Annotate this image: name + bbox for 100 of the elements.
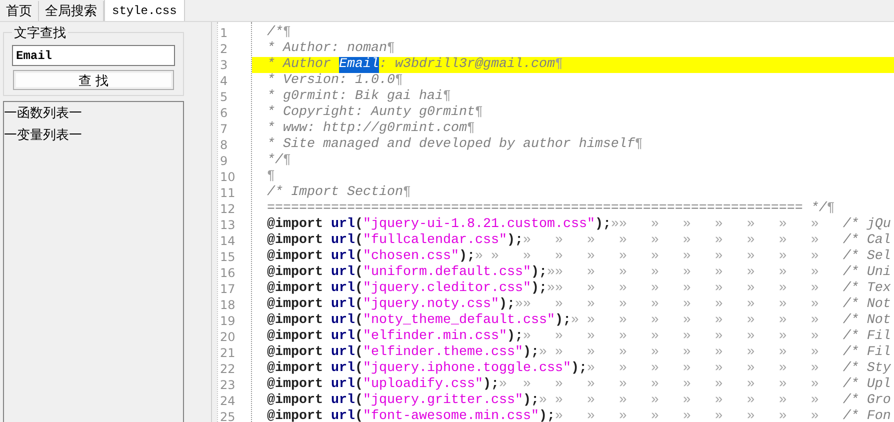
- tab-marks: » » » » » » » » »: [554, 409, 820, 422]
- tab-marks: »» » » » » » » » »: [546, 281, 820, 297]
- line-number: 5: [219, 89, 229, 105]
- tab-marks: » » » » » » » »: [586, 361, 820, 377]
- code-editor[interactable]: [217, 22, 894, 422]
- code-keyword: @import: [267, 329, 324, 345]
- code-keyword: @import: [267, 345, 324, 361]
- code-keyword: @import: [267, 249, 324, 265]
- code-comment: * Author: noman: [267, 41, 387, 57]
- code-comment: /* Sel: [842, 249, 891, 265]
- code-string: "jquery.gritter.css": [363, 393, 523, 409]
- line-number: 13: [219, 217, 236, 233]
- line-number: 2: [219, 41, 229, 57]
- line-end-mark: ¶: [394, 73, 403, 89]
- code-punctuation: (: [355, 361, 363, 377]
- code-comment: /* Import Section: [267, 185, 403, 201]
- line-end-mark: ¶: [283, 153, 291, 169]
- line-end-mark: ¶: [554, 57, 563, 73]
- code-comment: /* Upl: [842, 377, 891, 393]
- code-comment: /* Cal: [842, 233, 891, 249]
- code-function: url: [331, 377, 355, 393]
- code-punctuation: );: [554, 313, 571, 329]
- line-number: 4: [219, 73, 229, 89]
- code-punctuation: );: [538, 409, 555, 422]
- code-punctuation: );: [506, 329, 523, 345]
- code-string: "jquery.noty.css": [363, 297, 499, 313]
- line-number: 18: [219, 297, 236, 313]
- tab-marks: » » » » » » » » » »: [538, 345, 820, 361]
- code-string: "elfinder.theme.css": [363, 345, 523, 361]
- code-comment: /* Sty: [842, 361, 891, 377]
- line-number: 3: [219, 57, 229, 73]
- code-comment: /* Not: [842, 297, 891, 313]
- line-number: 19: [219, 313, 236, 329]
- line-number: 9: [219, 153, 229, 169]
- code-punctuation: );: [530, 281, 547, 297]
- tab-marks: »» » » » » » »: [610, 217, 820, 233]
- code-keyword: @import: [267, 217, 324, 233]
- tab[interactable]: style.css: [104, 0, 185, 21]
- code-punctuation: );: [498, 297, 515, 313]
- line-number: 21: [219, 345, 236, 361]
- outline-item[interactable]: 一函数列表一: [4, 103, 183, 125]
- code-comment: /* Fil: [842, 345, 891, 361]
- code-comment: * Author: [267, 57, 332, 73]
- code-string: "elfinder.min.css": [363, 329, 507, 345]
- code-punctuation: );: [594, 217, 611, 233]
- line-number: 10: [219, 169, 236, 185]
- code-punctuation: (: [355, 409, 363, 422]
- code-punctuation: (: [355, 345, 363, 361]
- code-punctuation: (: [355, 281, 363, 297]
- code-string: "noty_theme_default.css": [363, 313, 555, 329]
- line-number: 12: [219, 201, 236, 217]
- line-number: 8: [219, 137, 229, 153]
- code-comment: /* jQu: [842, 217, 891, 233]
- code-function: url: [331, 249, 355, 265]
- code-function: url: [331, 217, 355, 233]
- code-punctuation: (: [355, 217, 363, 233]
- outline-item[interactable]: 一变量列表一: [4, 125, 183, 147]
- code-comment: /* Uni: [842, 265, 891, 281]
- line-number: 15: [219, 249, 236, 265]
- code-punctuation: );: [482, 377, 499, 393]
- code-punctuation: (: [355, 233, 363, 249]
- line-number: 22: [219, 361, 236, 377]
- code-comment: : w3bdrill3r@gmail.com: [378, 57, 555, 73]
- line-number: 24: [219, 393, 236, 409]
- code-comment: * Version: 1.0.0: [267, 73, 395, 89]
- search-field[interactable]: Email: [12, 45, 175, 66]
- code-keyword: @import: [267, 313, 324, 329]
- line-end-mark: ¶: [386, 41, 395, 57]
- code-punctuation: (: [355, 265, 363, 281]
- code-function: url: [331, 329, 355, 345]
- code-punctuation: (: [355, 377, 363, 393]
- find-button[interactable]: 查 找: [13, 70, 174, 90]
- tab-marks: » » » » » » » » » »: [522, 329, 820, 345]
- code-punctuation: (: [355, 393, 363, 409]
- code-punctuation: );: [458, 249, 475, 265]
- tab[interactable]: 首页: [0, 1, 39, 21]
- line-end-mark: ¶: [267, 169, 275, 185]
- code-string: "uniform.default.css": [363, 265, 531, 281]
- line-number: 16: [219, 265, 236, 281]
- code-punctuation: (: [355, 249, 363, 265]
- line-number: 1: [219, 25, 229, 41]
- line-number: 17: [219, 281, 236, 297]
- tab-marks: » » » » » » » » » »: [538, 393, 820, 409]
- code-punctuation: );: [570, 361, 587, 377]
- code-function: url: [331, 297, 355, 313]
- code-string: "jquery.iphone.toggle.css": [363, 361, 571, 377]
- code-function: url: [331, 361, 355, 377]
- code-comment: * g0rmint: Bik gai hai: [267, 89, 443, 105]
- code-string: "font-awesome.min.css": [363, 409, 539, 422]
- code-comment: /* Gro: [842, 393, 891, 409]
- line-end-mark: ¶: [474, 105, 483, 121]
- tab-marks: » » » » » » » » » »: [522, 233, 820, 249]
- tab-marks: » » » » » » » » » » » »: [474, 249, 820, 265]
- line-number: 6: [219, 105, 229, 121]
- code-punctuation: );: [530, 265, 547, 281]
- tab-marks: » » » » » » » » » » »: [498, 377, 820, 393]
- line-number: 11: [219, 185, 236, 201]
- code-punctuation: );: [506, 233, 523, 249]
- code-string: "uploadify.css": [363, 377, 483, 393]
- code-punctuation: );: [522, 393, 539, 409]
